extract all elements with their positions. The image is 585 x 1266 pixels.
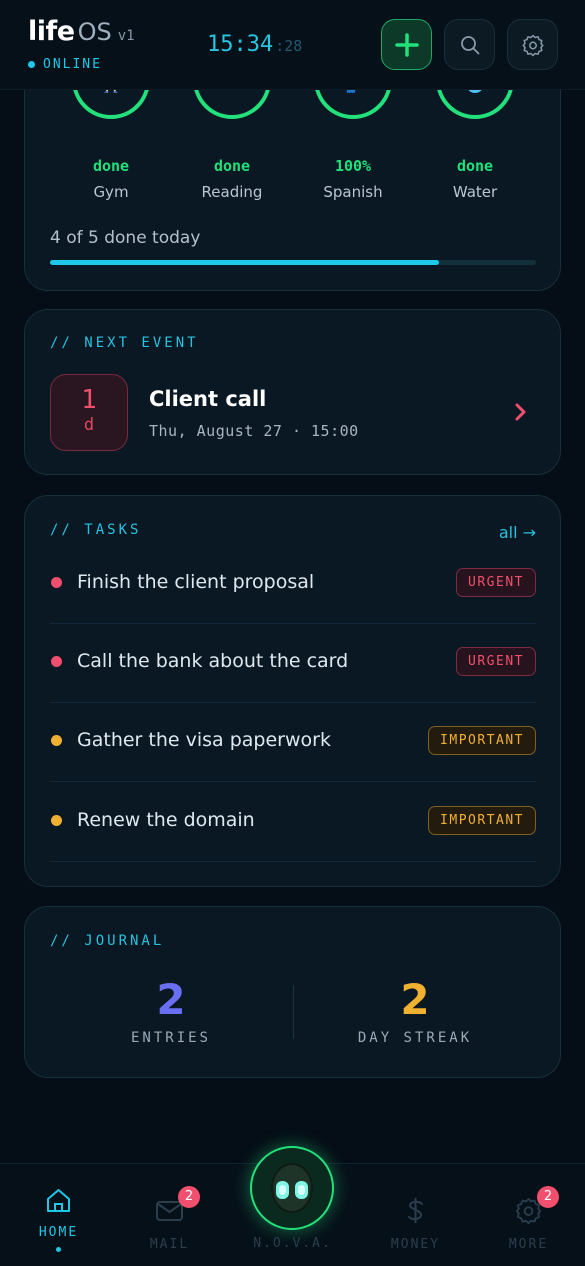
priority-dot <box>51 656 62 667</box>
tasks-label: // TASKS <box>50 522 142 538</box>
habits-progress-bar <box>50 260 536 265</box>
tasks-card: // TASKS all → Finish the client proposa… <box>24 495 561 887</box>
nav-money[interactable]: MONEY <box>357 1164 474 1266</box>
habit-name: Reading <box>201 183 263 201</box>
dollar-icon <box>408 1198 423 1223</box>
priority-tag: URGENT <box>456 647 536 676</box>
priority-dot <box>51 577 62 588</box>
priority-tag: URGENT <box>456 568 536 597</box>
brand-os: OS <box>77 18 112 46</box>
event-time: Thu, August 27 · 15:00 <box>149 422 359 440</box>
task-item[interactable]: Gather the visa paperwork IMPORTANT <box>50 703 536 782</box>
habit-state: done <box>456 157 494 175</box>
habits-progress-fill <box>50 260 439 265</box>
home-icon <box>47 1189 70 1212</box>
task-text: Gather the visa paperwork <box>77 729 331 751</box>
habit-name: Gym <box>93 183 129 201</box>
task-item[interactable]: Call the bank about the card URGENT <box>50 624 536 703</box>
task-text: Renew the domain <box>77 809 255 831</box>
task-text: Call the bank about the card <box>77 650 349 672</box>
nav-more[interactable]: 2 MORE <box>470 1164 585 1266</box>
app-header: life OS v1 ONLINE 15:34 :28 <box>0 0 585 90</box>
nav-nova-label: N.O.V.A. <box>253 1236 332 1251</box>
journal-entries-stat: 2 ENTRIES <box>71 975 271 1046</box>
brand-version: v1 <box>117 28 135 44</box>
nova-assistant-button[interactable] <box>250 1146 334 1230</box>
mail-badge: 2 <box>178 1186 200 1208</box>
event-countdown: 1 d <box>50 374 128 451</box>
event-title: Client call <box>149 387 267 411</box>
priority-dot <box>51 735 62 746</box>
habits-summary: 4 of 5 done today <box>50 228 201 248</box>
journal-card[interactable]: // JOURNAL 2 ENTRIES 2 DAY STREAK <box>24 906 561 1078</box>
habit-state: 100% <box>334 157 372 175</box>
habit-state: done <box>213 157 251 175</box>
status-text: ONLINE <box>43 57 102 72</box>
more-badge: 2 <box>537 1186 559 1208</box>
next-event-card[interactable]: // NEXT EVENT 1 d Client call Thu, Augus… <box>24 309 561 475</box>
tasks-all-link[interactable]: all → <box>499 523 536 542</box>
nav-mail-label: MAIL <box>149 1237 190 1252</box>
status-dot <box>28 61 35 68</box>
entries-label: ENTRIES <box>130 1030 211 1046</box>
journal-streak-stat: 2 DAY STREAK <box>315 975 515 1046</box>
task-item[interactable]: Finish the client proposal URGENT <box>50 545 536 624</box>
event-days-unit: d <box>83 415 95 435</box>
journal-label: // JOURNAL <box>50 933 165 949</box>
streak-value: 2 <box>400 975 430 1024</box>
active-indicator <box>56 1247 61 1252</box>
settings-button[interactable] <box>507 19 558 70</box>
priority-dot <box>51 815 62 826</box>
nav-home[interactable]: HOME <box>0 1164 117 1266</box>
priority-tag: IMPORTANT <box>428 806 536 835</box>
plus-icon <box>394 32 419 57</box>
streak-label: DAY STREAK <box>357 1030 473 1046</box>
task-item[interactable]: Renew the domain IMPORTANT <box>50 783 536 862</box>
entries-value: 2 <box>156 975 186 1024</box>
priority-tag: IMPORTANT <box>428 726 536 755</box>
app-brand: life OS v1 <box>28 16 135 47</box>
nav-mail[interactable]: 2 MAIL <box>111 1164 228 1266</box>
nav-money-label: MONEY <box>390 1237 441 1252</box>
next-event-label: // NEXT EVENT <box>50 335 199 351</box>
search-button[interactable] <box>444 19 495 70</box>
online-status: ONLINE <box>28 57 102 72</box>
journal-divider <box>293 985 294 1039</box>
clock-seconds: :28 <box>275 37 303 55</box>
habit-name: Water <box>452 183 498 201</box>
habit-name: Spanish <box>323 183 383 201</box>
robot-face-icon <box>271 1163 313 1213</box>
nav-home-label: HOME <box>38 1225 79 1240</box>
chevron-right-icon[interactable] <box>514 403 528 421</box>
brand-life: life <box>28 16 75 47</box>
nav-more-label: MORE <box>508 1237 549 1252</box>
search-icon <box>460 35 479 54</box>
clock: 15:34 :28 <box>207 32 302 57</box>
task-text: Finish the client proposal <box>77 571 315 593</box>
gear-icon <box>521 34 544 56</box>
habit-state: done <box>92 157 130 175</box>
add-button[interactable] <box>381 19 432 70</box>
clock-hours-minutes: 15:34 <box>207 32 274 57</box>
event-days-number: 1 <box>81 385 97 415</box>
